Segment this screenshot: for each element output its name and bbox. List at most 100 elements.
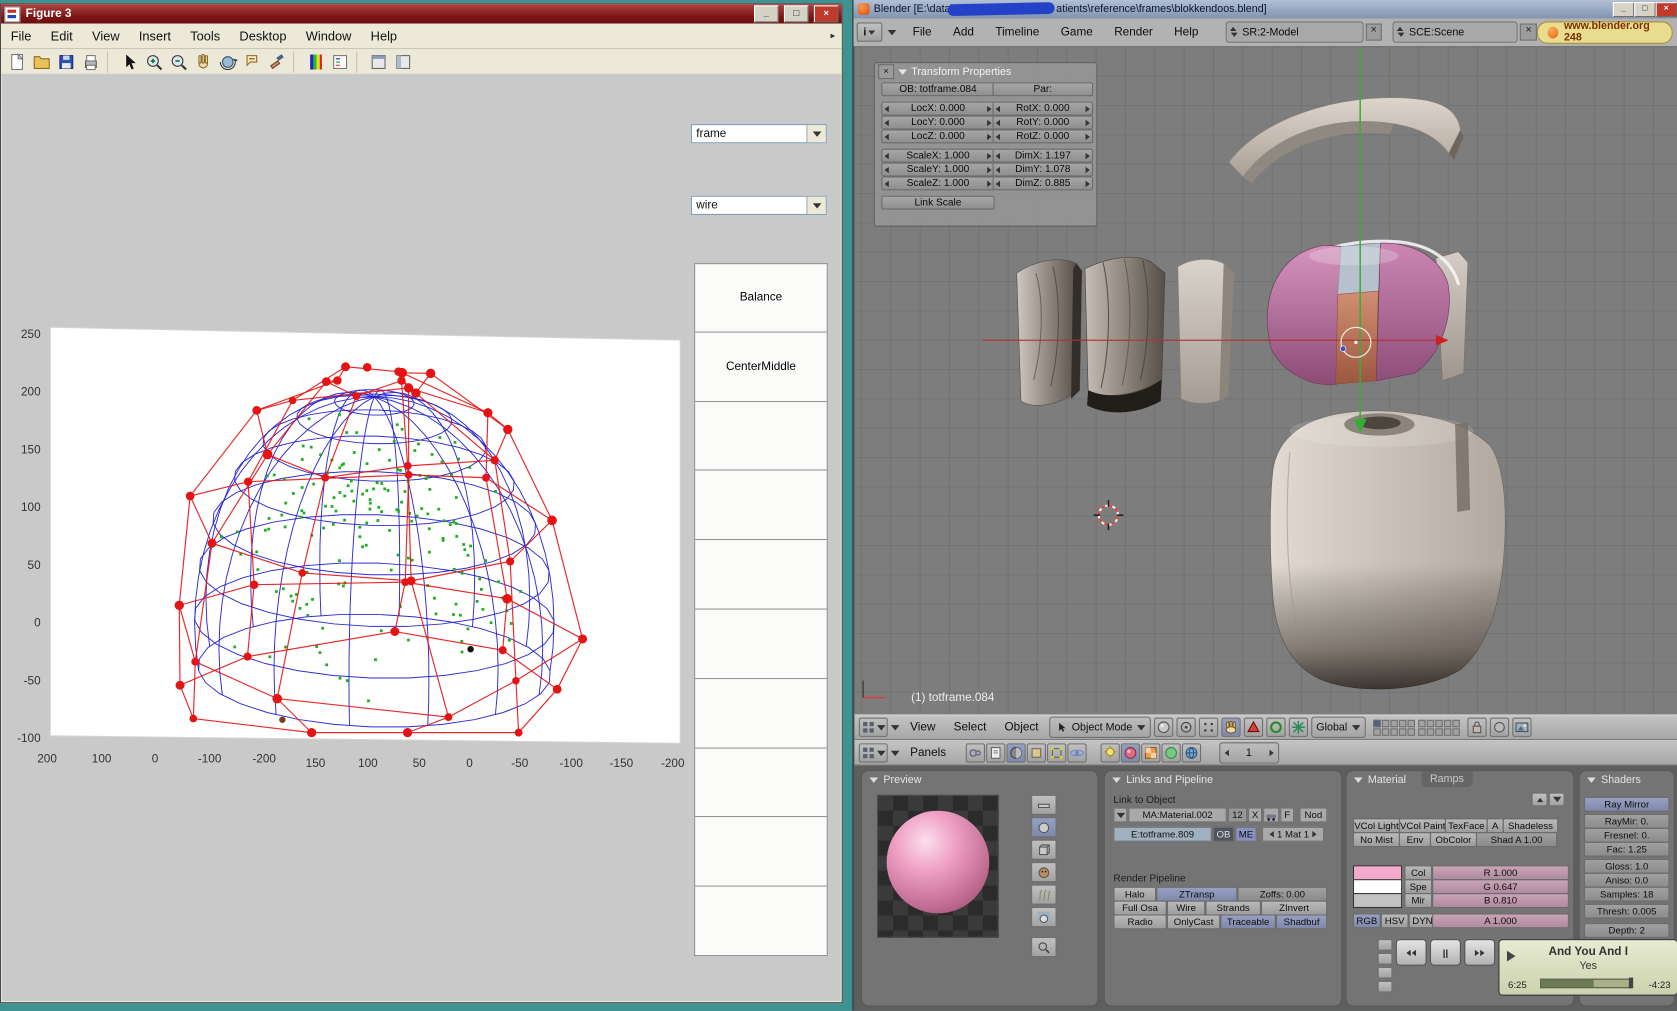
layer-toggle[interactable]: [1399, 728, 1406, 735]
side-button-balance[interactable]: Balance: [694, 263, 828, 332]
shader-slider-depth[interactable]: Depth: 2: [1584, 923, 1670, 938]
blender-menu-render[interactable]: Render: [1103, 26, 1163, 39]
wire-button[interactable]: Wire: [1167, 901, 1206, 916]
side-button-empty-4[interactable]: [694, 540, 828, 609]
zoom-in-icon[interactable]: [142, 51, 164, 72]
col-button[interactable]: Col: [1404, 865, 1432, 880]
side-button-empty-7[interactable]: [694, 748, 828, 817]
insert-legend-icon[interactable]: [328, 51, 350, 72]
slider-b[interactable]: B 0.810: [1432, 893, 1569, 908]
rgb-mode-button[interactable]: RGB: [1353, 913, 1381, 928]
swatch-col[interactable]: [1353, 865, 1402, 880]
orientation-selector[interactable]: Global: [1311, 717, 1365, 738]
layer-toggle[interactable]: [1452, 728, 1459, 735]
me-button[interactable]: ME: [1235, 827, 1256, 842]
viewport-shading-icon[interactable]: [1154, 718, 1173, 737]
proportional-edit-icon[interactable]: [1199, 718, 1218, 737]
no-mist-button[interactable]: No Mist: [1353, 832, 1400, 847]
save-icon[interactable]: [55, 51, 77, 72]
blender-menu-timeline[interactable]: Timeline: [985, 26, 1050, 39]
slider-r[interactable]: R 1.000: [1432, 865, 1569, 880]
context-logic-icon[interactable]: [965, 743, 984, 762]
frame-select-arrow-icon[interactable]: [806, 125, 825, 142]
layer-toggle[interactable]: [1426, 728, 1433, 735]
manipulator-scale-icon[interactable]: [1288, 718, 1307, 737]
layer-toggle[interactable]: [1443, 719, 1450, 726]
scene-browse-icon[interactable]: [1397, 27, 1406, 38]
object-name-field[interactable]: OB: totframe.084: [881, 82, 994, 96]
editor-type-icon[interactable]: [859, 718, 888, 737]
loc-x-field[interactable]: LocX: 0.000: [881, 102, 994, 116]
copy-material-icon[interactable]: [1532, 793, 1548, 807]
material-collapse-icon[interactable]: [1354, 777, 1363, 782]
open-file-icon[interactable]: [30, 51, 52, 72]
data-cursor-icon[interactable]: [241, 51, 263, 72]
side-button-empty-8[interactable]: [694, 818, 828, 887]
blender-titlebar[interactable]: Blender [E:\data\ atients\reference\fram…: [853, 0, 1677, 18]
pause-button[interactable]: ||: [1430, 939, 1461, 966]
blender-3d-viewport[interactable]: (1) totframe.084 × Transform Properties …: [855, 46, 1677, 714]
shader-slider-fac[interactable]: Fac: 1.25: [1584, 842, 1670, 857]
shaders-collapse-icon[interactable]: [1587, 777, 1596, 782]
obcolor-button[interactable]: ObColor: [1430, 832, 1477, 847]
context-physics-icon[interactable]: [1067, 743, 1086, 762]
subcontext-lamp-icon[interactable]: [1100, 743, 1119, 762]
material-browse-icon[interactable]: [1113, 807, 1127, 822]
shader-slider-gloss[interactable]: Gloss: 1.0: [1584, 859, 1670, 874]
subcontext-texture-icon[interactable]: [1141, 743, 1160, 762]
preview-sphere-sky-button[interactable]: [1031, 907, 1057, 927]
scale-z-field[interactable]: ScaleZ: 1.000: [881, 176, 994, 190]
restore-button[interactable]: □: [784, 5, 809, 22]
fake-user-button[interactable]: F: [1280, 807, 1294, 822]
a-button[interactable]: A: [1487, 818, 1504, 833]
hsv-mode-button[interactable]: HSV: [1381, 913, 1409, 928]
render-preview-icon[interactable]: [1512, 718, 1531, 737]
menu-item-insert[interactable]: Insert: [129, 28, 180, 43]
screen-delete-button[interactable]: ×: [1365, 24, 1382, 41]
links-collapse-icon[interactable]: [1112, 777, 1121, 782]
layer-toggle[interactable]: [1390, 728, 1397, 735]
forward-button[interactable]: [1464, 939, 1495, 966]
side-button-empty-2[interactable]: [694, 402, 828, 471]
dim-y-field[interactable]: DimY: 1.078: [993, 163, 1094, 177]
context-script-icon[interactable]: [986, 743, 1005, 762]
menu-item-tools[interactable]: Tools: [181, 28, 230, 43]
menu-item-file[interactable]: File: [1, 28, 41, 43]
mir-button[interactable]: Mir: [1404, 893, 1432, 908]
print-icon[interactable]: [79, 51, 101, 72]
layer-toggle[interactable]: [1399, 719, 1406, 726]
material-name-field[interactable]: MA:Material.002: [1128, 807, 1226, 822]
shader-slider-fresnel[interactable]: Fresnel: 0.: [1584, 828, 1670, 843]
swatch-spe[interactable]: [1353, 879, 1402, 894]
menu-item-window[interactable]: Window: [296, 28, 361, 43]
transform-properties-panel[interactable]: × Transform Properties OB: totframe.084P…: [874, 62, 1098, 227]
layer-toggle[interactable]: [1418, 728, 1425, 735]
loc-y-field[interactable]: LocY: 0.000: [881, 116, 994, 130]
side-button-empty-6[interactable]: [694, 679, 828, 748]
vcol-light-button[interactable]: VCol Light: [1353, 818, 1400, 833]
scene-delete-button[interactable]: ×: [1520, 24, 1537, 41]
strands-button[interactable]: Strands: [1205, 901, 1261, 916]
side-button-empty-3[interactable]: [694, 471, 828, 540]
viewport-menu-object[interactable]: Object: [997, 721, 1046, 734]
player-mini-button-1[interactable]: [1378, 953, 1393, 965]
halo-button[interactable]: Halo: [1113, 887, 1156, 902]
layer-toggle[interactable]: [1418, 719, 1425, 726]
menu-item-help[interactable]: Help: [361, 28, 407, 43]
shader-slider-samples[interactable]: Samples: 18: [1584, 887, 1670, 902]
panel-close-icon[interactable]: ×: [878, 64, 894, 79]
slider-g[interactable]: G 0.647: [1432, 879, 1569, 894]
blender-restore-button[interactable]: □: [1634, 2, 1655, 17]
env-button[interactable]: Env: [1399, 832, 1431, 847]
screen-browse-icon[interactable]: [1230, 27, 1239, 38]
swatch-mir[interactable]: [1353, 893, 1402, 908]
mesh-name-field[interactable]: E:totframe.809: [1113, 827, 1211, 842]
preview-zoom-button[interactable]: [1031, 937, 1057, 957]
shader-slider-thresh[interactable]: Thresh: 0.005: [1584, 904, 1670, 919]
side-button-empty-5[interactable]: [694, 610, 828, 679]
blender-menu-file[interactable]: File: [902, 26, 942, 39]
radio-button[interactable]: Radio: [1113, 914, 1166, 929]
parent-field[interactable]: Par:: [993, 82, 1094, 96]
menu-item-view[interactable]: View: [82, 28, 129, 43]
rewind-button[interactable]: [1396, 939, 1427, 966]
